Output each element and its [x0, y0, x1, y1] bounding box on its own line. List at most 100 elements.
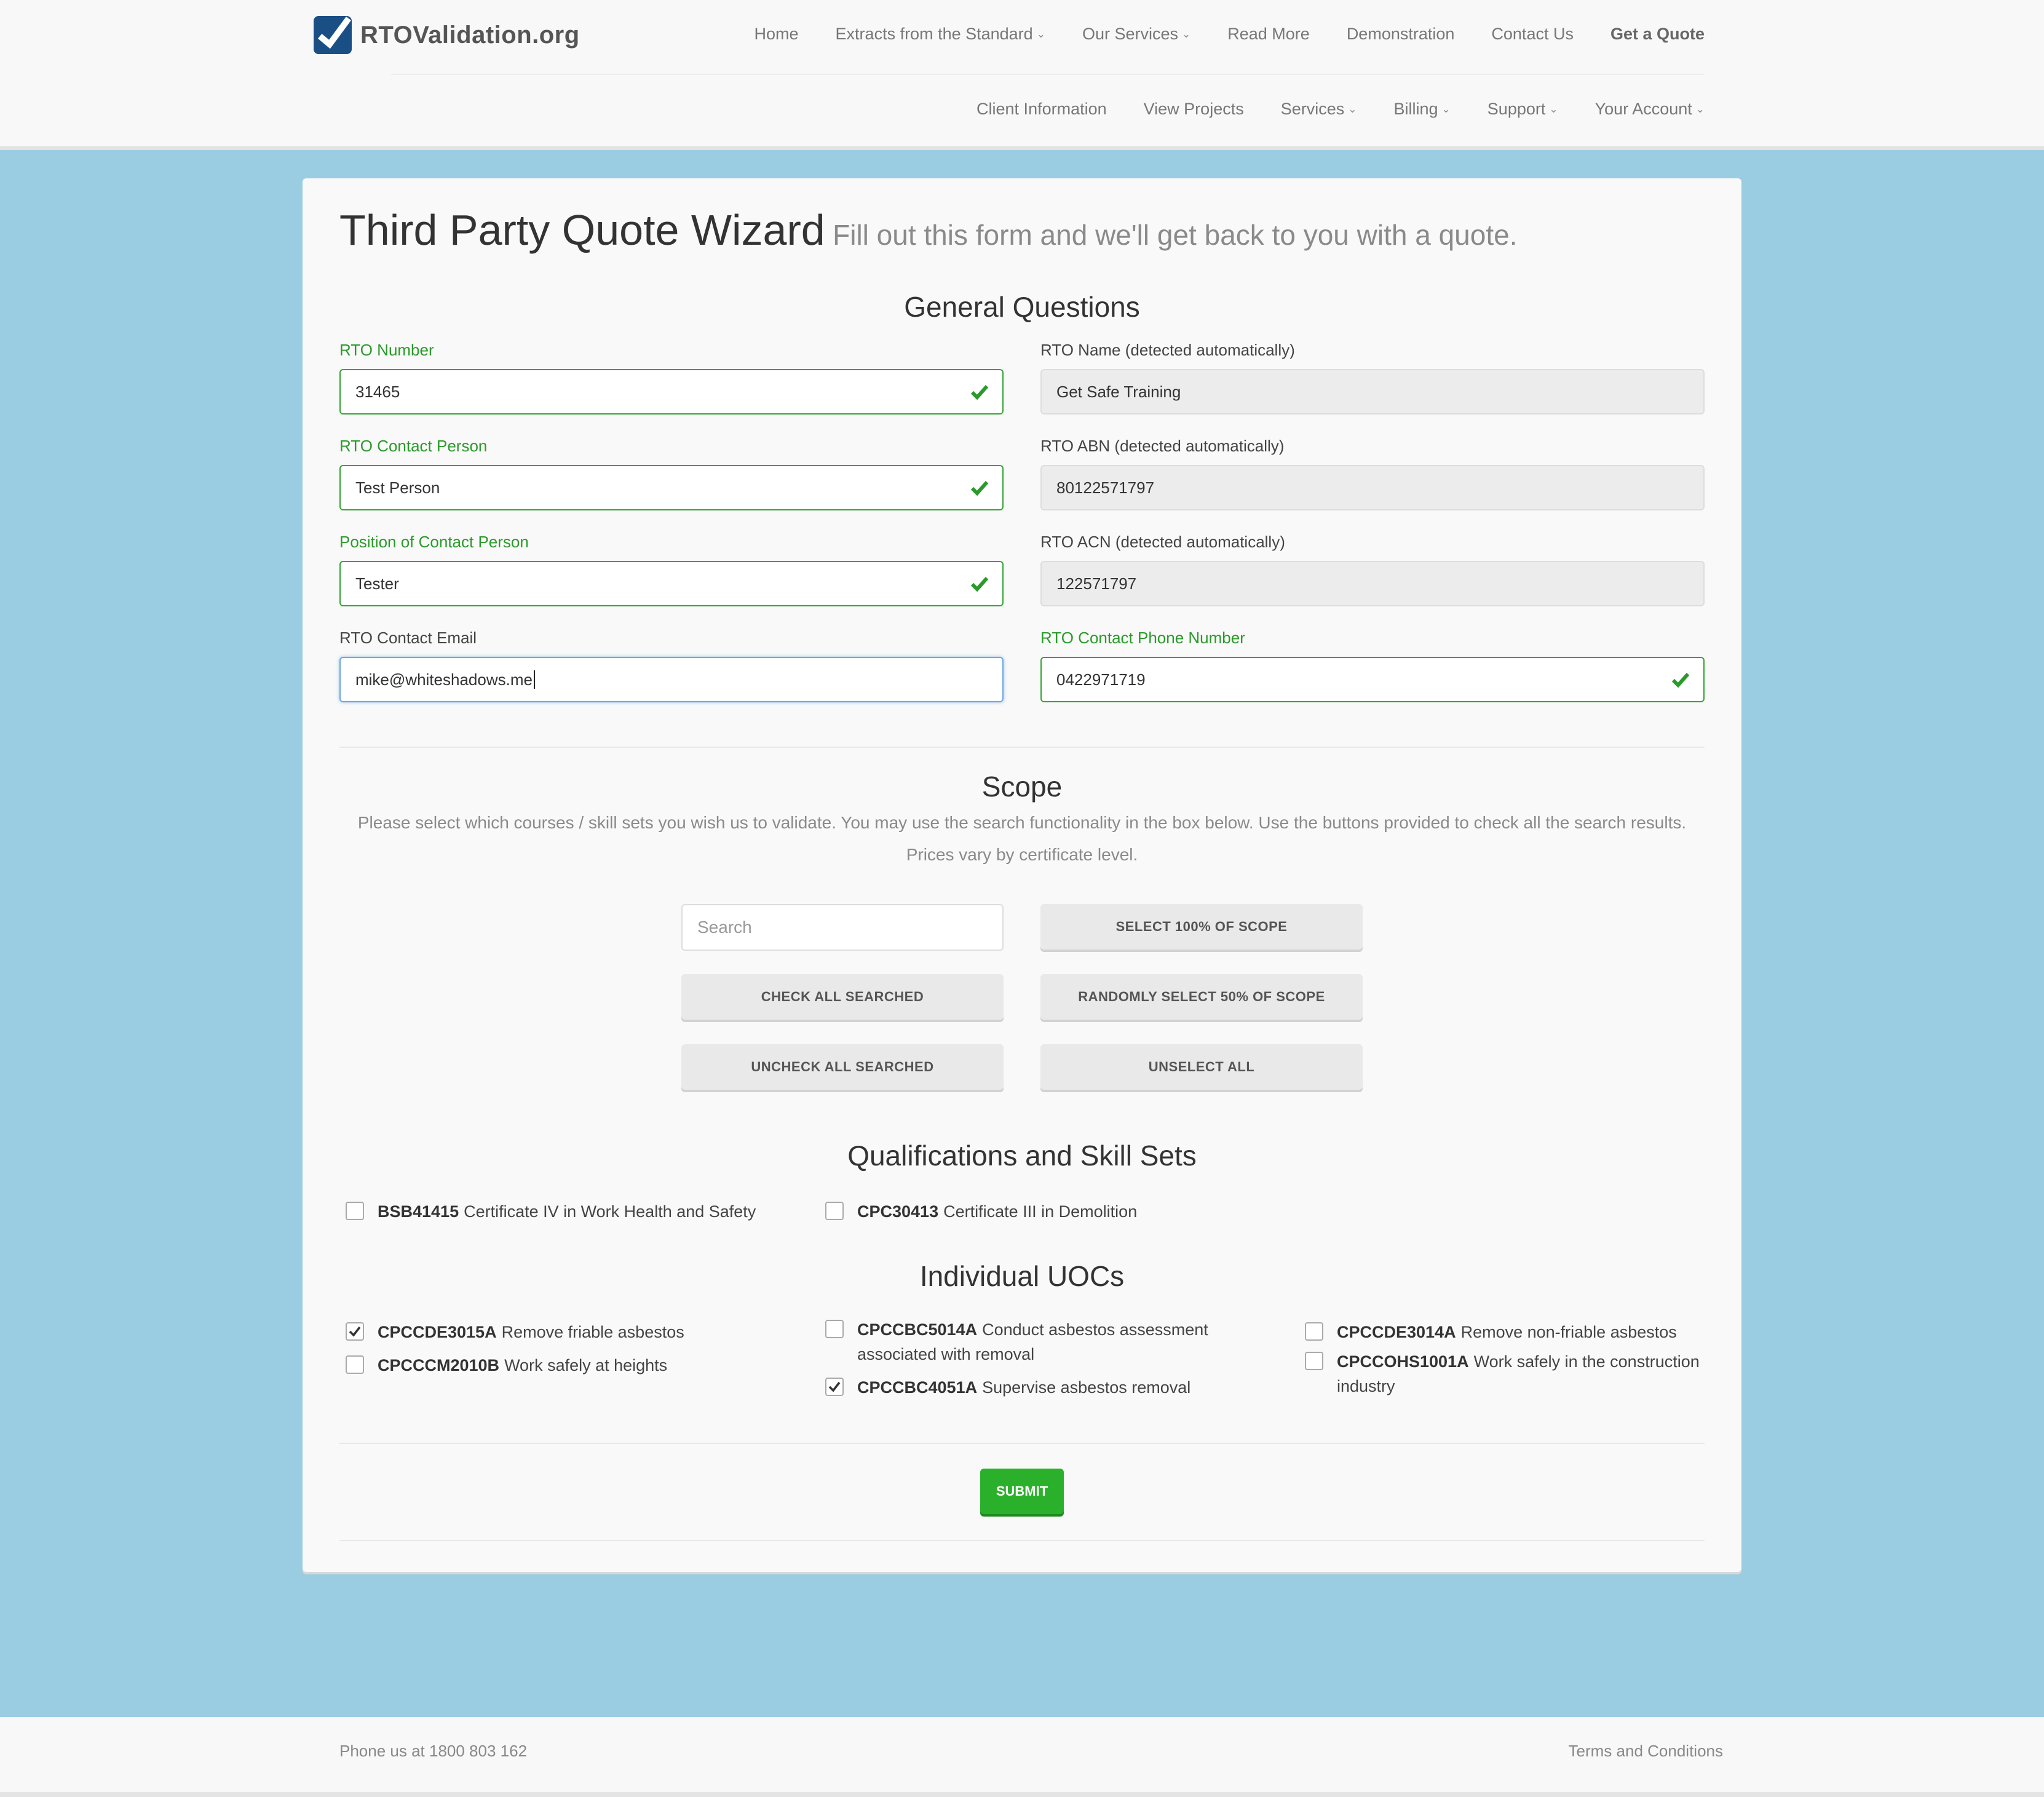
nav-label: Get a Quote [1610, 25, 1705, 43]
nav-home[interactable]: Home [755, 25, 799, 44]
uoc-item[interactable]: CPCCDE3015A Remove friable asbestos [346, 1320, 684, 1344]
scope-description-line1: Please select which courses / skill sets… [357, 813, 1687, 832]
scope-description-line2: Prices vary by certificate level. [906, 845, 1138, 864]
unselect-all-button[interactable]: UNSELECT ALL [1040, 1044, 1363, 1090]
nav-your-account[interactable]: Your Account ⌄ [1595, 100, 1705, 119]
uoc-item[interactable]: CPCCOHS1001A Work safely in the construct… [1305, 1349, 1700, 1398]
uoc-name-line2: associated with removal [857, 1345, 1035, 1363]
select-100-button[interactable]: SELECT 100% OF SCOPE [1040, 904, 1363, 950]
nav-label: View Projects [1143, 100, 1244, 118]
logo-icon [314, 16, 352, 54]
uoc-code: CPCCBC4051A [857, 1378, 978, 1397]
position-input[interactable]: Tester [339, 561, 1004, 606]
contact-email-input[interactable]: mike@whiteshadows.me [339, 657, 1004, 702]
rto-abn-label: RTO ABN (detected automatically) [1040, 437, 1285, 455]
uoc-name: Work safely in the construction [1473, 1352, 1700, 1371]
checkbox[interactable] [346, 1355, 364, 1374]
checkbox[interactable] [1305, 1352, 1323, 1370]
search-placeholder: Search [697, 918, 752, 937]
qualification-name: Certificate IV in Work Health and Safety [464, 1202, 756, 1221]
nav-read-more[interactable]: Read More [1227, 25, 1310, 44]
submit-button[interactable]: SUBMIT [980, 1469, 1064, 1514]
terms-link[interactable]: Terms and Conditions [1569, 1742, 1723, 1761]
nav-label: Your Account [1594, 100, 1692, 118]
nav-contact-us[interactable]: Contact Us [1491, 25, 1574, 44]
rto-acn-value: 122571797 [1056, 574, 1137, 593]
nav-label: Contact Us [1491, 25, 1574, 43]
scope-search-input[interactable]: Search [681, 904, 1004, 951]
qualification-item[interactable]: BSB41415 Certificate IV in Work Health an… [346, 1199, 756, 1224]
uncheck-all-searched-button[interactable]: UNCHECK ALL SEARCHED [681, 1044, 1004, 1090]
uoc-item[interactable]: CPCCBC5014A Conduct asbestos assessment as… [825, 1317, 1208, 1367]
checkmark-icon [828, 1381, 841, 1392]
rto-acn-label: RTO ACN (detected automatically) [1040, 533, 1285, 551]
contact-person-input[interactable]: Test Person [339, 465, 1004, 510]
position-value: Tester [355, 574, 399, 593]
qualification-code: BSB41415 [378, 1202, 459, 1221]
page-subtitle: Fill out this form and we'll get back to… [833, 219, 1518, 251]
rto-name-input: Get Safe Training [1040, 369, 1705, 415]
rto-abn-value: 80122571797 [1056, 478, 1155, 497]
qualification-item[interactable]: CPC30413 Certificate III in Demolition [825, 1199, 1137, 1224]
check-icon [970, 577, 989, 592]
nav-our-services[interactable]: Our Services ⌄ [1082, 25, 1190, 44]
checkbox-checked[interactable] [346, 1322, 364, 1341]
contact-phone-input[interactable]: 0422971719 [1040, 657, 1705, 702]
chevron-down-icon: ⌄ [1549, 103, 1558, 115]
nav-label: Home [754, 25, 799, 43]
rto-number-input[interactable]: 31465 [339, 369, 1004, 415]
nav-label: Support [1487, 100, 1546, 118]
divider [339, 1540, 1705, 1541]
uoc-code: CPCCOHS1001A [1337, 1352, 1469, 1371]
rto-name-label: RTO Name (detected automatically) [1040, 341, 1295, 359]
general-questions-heading: General Questions [904, 291, 1140, 323]
rto-abn-input: 80122571797 [1040, 465, 1705, 510]
nav-label: Our Services [1082, 25, 1178, 43]
uocs-heading: Individual UOCs [919, 1260, 1125, 1292]
nav-label: Client Information [976, 100, 1107, 118]
uoc-name-line2: industry [1337, 1377, 1395, 1395]
chevron-down-icon: ⌄ [1348, 103, 1357, 115]
nav-billing[interactable]: Billing ⌄ [1394, 100, 1451, 119]
chevron-down-icon: ⌄ [1036, 28, 1045, 40]
brand-logo[interactable]: RTOValidation.org [314, 16, 580, 54]
checkbox[interactable] [825, 1202, 844, 1220]
site-footer: Phone us at 1800 803 162 Terms and Condi… [0, 1717, 2044, 1797]
check-all-searched-button[interactable]: CHECK ALL SEARCHED [681, 974, 1004, 1020]
contact-email-label: RTO Contact Email [339, 629, 477, 647]
nav-services[interactable]: Services ⌄ [1281, 100, 1357, 119]
page-title: Third Party Quote Wizard [339, 206, 825, 254]
check-icon [1671, 673, 1690, 688]
nav-client-information[interactable]: Client Information [976, 100, 1107, 119]
nav-label: Read More [1227, 25, 1310, 43]
checkbox-checked[interactable] [825, 1378, 844, 1396]
checkmark-icon [349, 1326, 361, 1337]
random-50-button[interactable]: RANDOMLY SELECT 50% OF SCOPE [1040, 974, 1363, 1020]
nav-view-projects[interactable]: View Projects [1144, 100, 1244, 119]
divider [339, 1443, 1705, 1444]
nav-extracts[interactable]: Extracts from the Standard ⌄ [836, 25, 1045, 44]
header-divider [391, 74, 1705, 75]
checkbox[interactable] [1305, 1322, 1323, 1341]
nav-label: Billing [1393, 100, 1438, 118]
uoc-name: Supervise asbestos removal [982, 1378, 1191, 1397]
scope-heading: Scope [981, 771, 1063, 803]
checkbox[interactable] [346, 1202, 364, 1220]
qualification-name: Certificate III in Demolition [943, 1202, 1138, 1221]
nav-get-a-quote[interactable]: Get a Quote [1610, 25, 1705, 44]
position-label: Position of Contact Person [339, 533, 529, 551]
quote-wizard-card: Third Party Quote Wizard Fill out this f… [303, 178, 1741, 1572]
nav-demonstration[interactable]: Demonstration [1347, 25, 1455, 44]
contact-phone-label: RTO Contact Phone Number [1040, 629, 1245, 647]
checkbox[interactable] [825, 1320, 844, 1338]
uoc-item[interactable]: CPCCBC4051A Supervise asbestos removal [825, 1375, 1190, 1400]
uoc-item[interactable]: CPCCDE3014A Remove non-friable asbestos [1305, 1320, 1677, 1344]
chevron-down-icon: ⌄ [1441, 103, 1451, 115]
chevron-down-icon: ⌄ [1695, 103, 1705, 115]
brand-name: RTOValidation.org [360, 21, 580, 49]
uoc-item[interactable]: CPCCCM2010B Work safely at heights [346, 1353, 667, 1378]
chevron-down-icon: ⌄ [1181, 28, 1191, 40]
contact-phone-value: 0422971719 [1056, 670, 1146, 689]
nav-support[interactable]: Support ⌄ [1487, 100, 1558, 119]
rto-number-label: RTO Number [339, 341, 434, 359]
